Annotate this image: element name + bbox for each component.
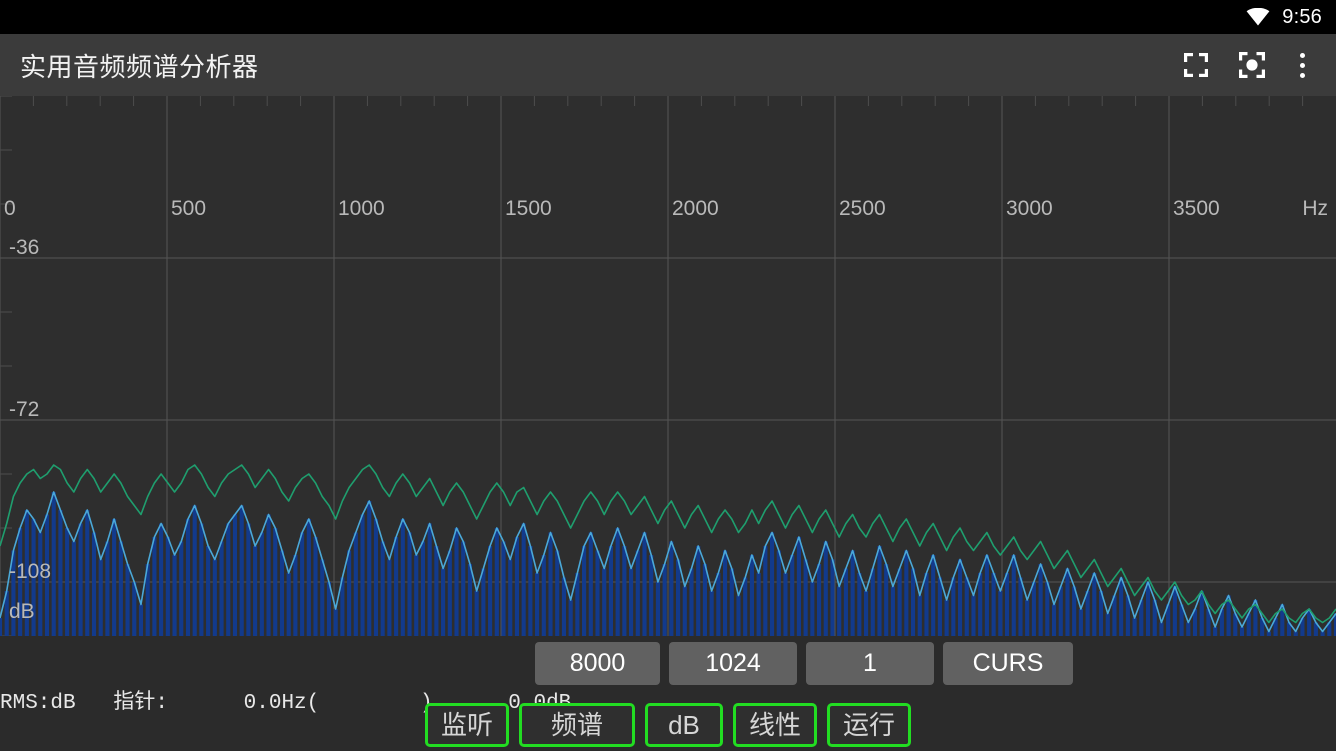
fullscreen-button[interactable]: [1168, 34, 1224, 96]
spectrum-plot[interactable]: 0 500 1000 1500 2000 2500 3000 3500 -36 -72 -108 …: [0, 96, 1336, 636]
action-bar: 实用音频频谱分析器: [0, 34, 1336, 96]
mode-button-bar: 监听 频谱 dB 线性 运行: [0, 699, 1336, 751]
y-tick-label: -108: [9, 560, 52, 583]
x-tick-label: 0: [4, 197, 16, 220]
y-tick-label: -72: [9, 398, 40, 421]
spectrum-mode-button[interactable]: 频谱: [519, 703, 635, 747]
kebab-dot-1: [1299, 52, 1305, 58]
kebab-dot-3: [1299, 72, 1305, 78]
db-scale-button[interactable]: dB: [645, 703, 723, 747]
center-focus-icon: [1239, 52, 1265, 78]
cursor-button[interactable]: CURS: [943, 642, 1073, 685]
settings-button-bar: 8000 1024 1 CURS: [535, 642, 1073, 685]
status-bar-clock: 9:56: [1282, 6, 1322, 28]
x-tick-label: 2500: [839, 197, 886, 220]
fullscreen-icon: [1184, 53, 1208, 77]
sample-rate-button[interactable]: 8000: [535, 642, 660, 685]
fft-length-button[interactable]: 1024: [669, 642, 797, 685]
overflow-menu-button[interactable]: [1280, 34, 1324, 96]
x-tick-label: 3000: [1006, 197, 1053, 220]
x-tick-label: 1500: [505, 197, 552, 220]
center-focus-button[interactable]: [1224, 34, 1280, 96]
wifi-icon: [1246, 8, 1270, 26]
x-tick-label: 1000: [338, 197, 385, 220]
x-tick-label: 3500: [1173, 197, 1220, 220]
monitor-button[interactable]: 监听: [425, 703, 509, 747]
app-title: 实用音频频谱分析器: [20, 51, 259, 82]
app-root: 9:56 实用音频频谱分析器 0 500 1000 1500 2000 2500…: [0, 0, 1336, 751]
x-tick-label: 2000: [672, 197, 719, 220]
x-tick-label: 500: [171, 197, 207, 220]
y-axis-unit-label: dB: [9, 600, 35, 623]
run-button[interactable]: 运行: [827, 703, 911, 747]
linear-scale-button[interactable]: 线性: [733, 703, 817, 747]
spectrum-chart-canvas: [0, 96, 1336, 636]
status-bar: 9:56: [0, 0, 1336, 34]
average-button[interactable]: 1: [806, 642, 934, 685]
x-axis-unit-label: Hz: [1302, 197, 1328, 220]
kebab-dot-2: [1299, 62, 1305, 68]
y-tick-label: -36: [9, 236, 40, 259]
measurement-readout: RMS:dB 指针: 0.0Hz( ) 0.0dB -70.8 峰值: 202.…: [0, 634, 571, 715]
